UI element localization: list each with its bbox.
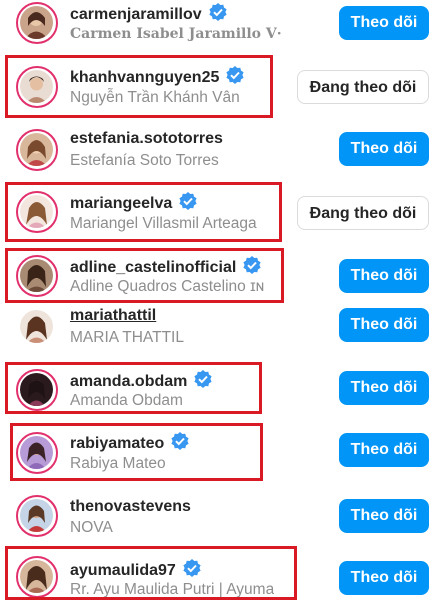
- follow-button[interactable]: Theo dõi: [339, 6, 429, 40]
- avatar[interactable]: [16, 66, 58, 108]
- username[interactable]: adline_castelinofficial: [70, 255, 262, 278]
- username[interactable]: mariathattil: [70, 306, 156, 326]
- account-row: mariangeelva Mariangel Villasmil Arteaga…: [0, 184, 443, 240]
- avatar[interactable]: [16, 432, 58, 474]
- full-name: Amanda Obdam: [70, 392, 183, 409]
- avatar[interactable]: [16, 495, 58, 537]
- account-row: khanhvannguyen25 Nguyễn Trần Khánh Vân Đ…: [0, 56, 443, 118]
- username[interactable]: mariangeelva: [70, 191, 198, 214]
- avatar[interactable]: [16, 129, 58, 171]
- verified-badge-icon: [183, 559, 201, 577]
- username[interactable]: carmenjaramillov: [70, 2, 228, 25]
- follow-button[interactable]: Theo dõi: [339, 308, 429, 342]
- full-name: Adline Quadros Castelino ɪɴ: [70, 278, 265, 295]
- avatar[interactable]: [16, 556, 58, 598]
- verified-badge-icon: [194, 370, 212, 388]
- avatar[interactable]: [16, 255, 58, 297]
- account-row: amanda.obdam Amanda Obdam Theo dõi: [0, 362, 443, 418]
- avatar[interactable]: [16, 306, 58, 348]
- username[interactable]: khanhvannguyen25: [70, 65, 245, 88]
- follow-button[interactable]: Theo dõi: [339, 499, 429, 533]
- full-name: Rr. Ayu Maulida Putri | Ayuma: [70, 581, 275, 598]
- following-button[interactable]: Đang theo dõi: [297, 70, 429, 104]
- username[interactable]: estefania.sototorres: [70, 129, 223, 149]
- full-name: MARIA THATTIL: [70, 329, 184, 346]
- verified-badge-icon: [179, 192, 197, 210]
- avatar[interactable]: [16, 191, 58, 233]
- verified-badge-icon: [209, 3, 227, 21]
- account-row: adline_castelinofficial Adline Quadros C…: [0, 248, 443, 302]
- follow-button[interactable]: Theo dõi: [339, 371, 429, 405]
- full-name: Rabiya Mateo: [70, 455, 166, 472]
- username[interactable]: thenovastevens: [70, 497, 191, 517]
- follow-button[interactable]: Theo dõi: [339, 259, 429, 293]
- full-name: NOVA: [70, 519, 113, 536]
- username[interactable]: rabiyamateo: [70, 431, 190, 454]
- avatar[interactable]: [16, 2, 58, 44]
- avatar[interactable]: [16, 369, 58, 411]
- following-button[interactable]: Đang theo dõi: [297, 196, 429, 230]
- follow-button[interactable]: Theo dõi: [339, 561, 429, 595]
- account-row: ayumaulida97 Rr. Ayu Maulida Putri | Ayu…: [0, 548, 443, 600]
- username[interactable]: ayumaulida97: [70, 558, 202, 581]
- full-name: Carmen Isabel Jaramillo V·: [70, 26, 282, 42]
- follow-button[interactable]: Theo dõi: [339, 132, 429, 166]
- full-name: Nguyễn Trần Khánh Vân: [70, 89, 240, 106]
- full-name: Estefanía Soto Torres: [70, 152, 219, 169]
- account-row: rabiyamateo Rabiya Mateo Theo dõi: [0, 422, 443, 482]
- account-row: thenovastevens NOVA Theo dõi: [0, 488, 443, 544]
- account-row: mariathattil MARIA THATTIL Theo dõi: [0, 302, 443, 352]
- verified-badge-icon: [226, 66, 244, 84]
- follow-button[interactable]: Theo dõi: [339, 433, 429, 467]
- account-row: carmenjaramillov Carmen Isabel Jaramillo…: [0, 0, 443, 52]
- username[interactable]: amanda.obdam: [70, 369, 213, 392]
- account-row: estefania.sototorres Estefanía Soto Torr…: [0, 122, 443, 178]
- verified-badge-icon: [243, 256, 261, 274]
- verified-badge-icon: [171, 432, 189, 450]
- full-name: Mariangel Villasmil Arteaga: [70, 215, 257, 232]
